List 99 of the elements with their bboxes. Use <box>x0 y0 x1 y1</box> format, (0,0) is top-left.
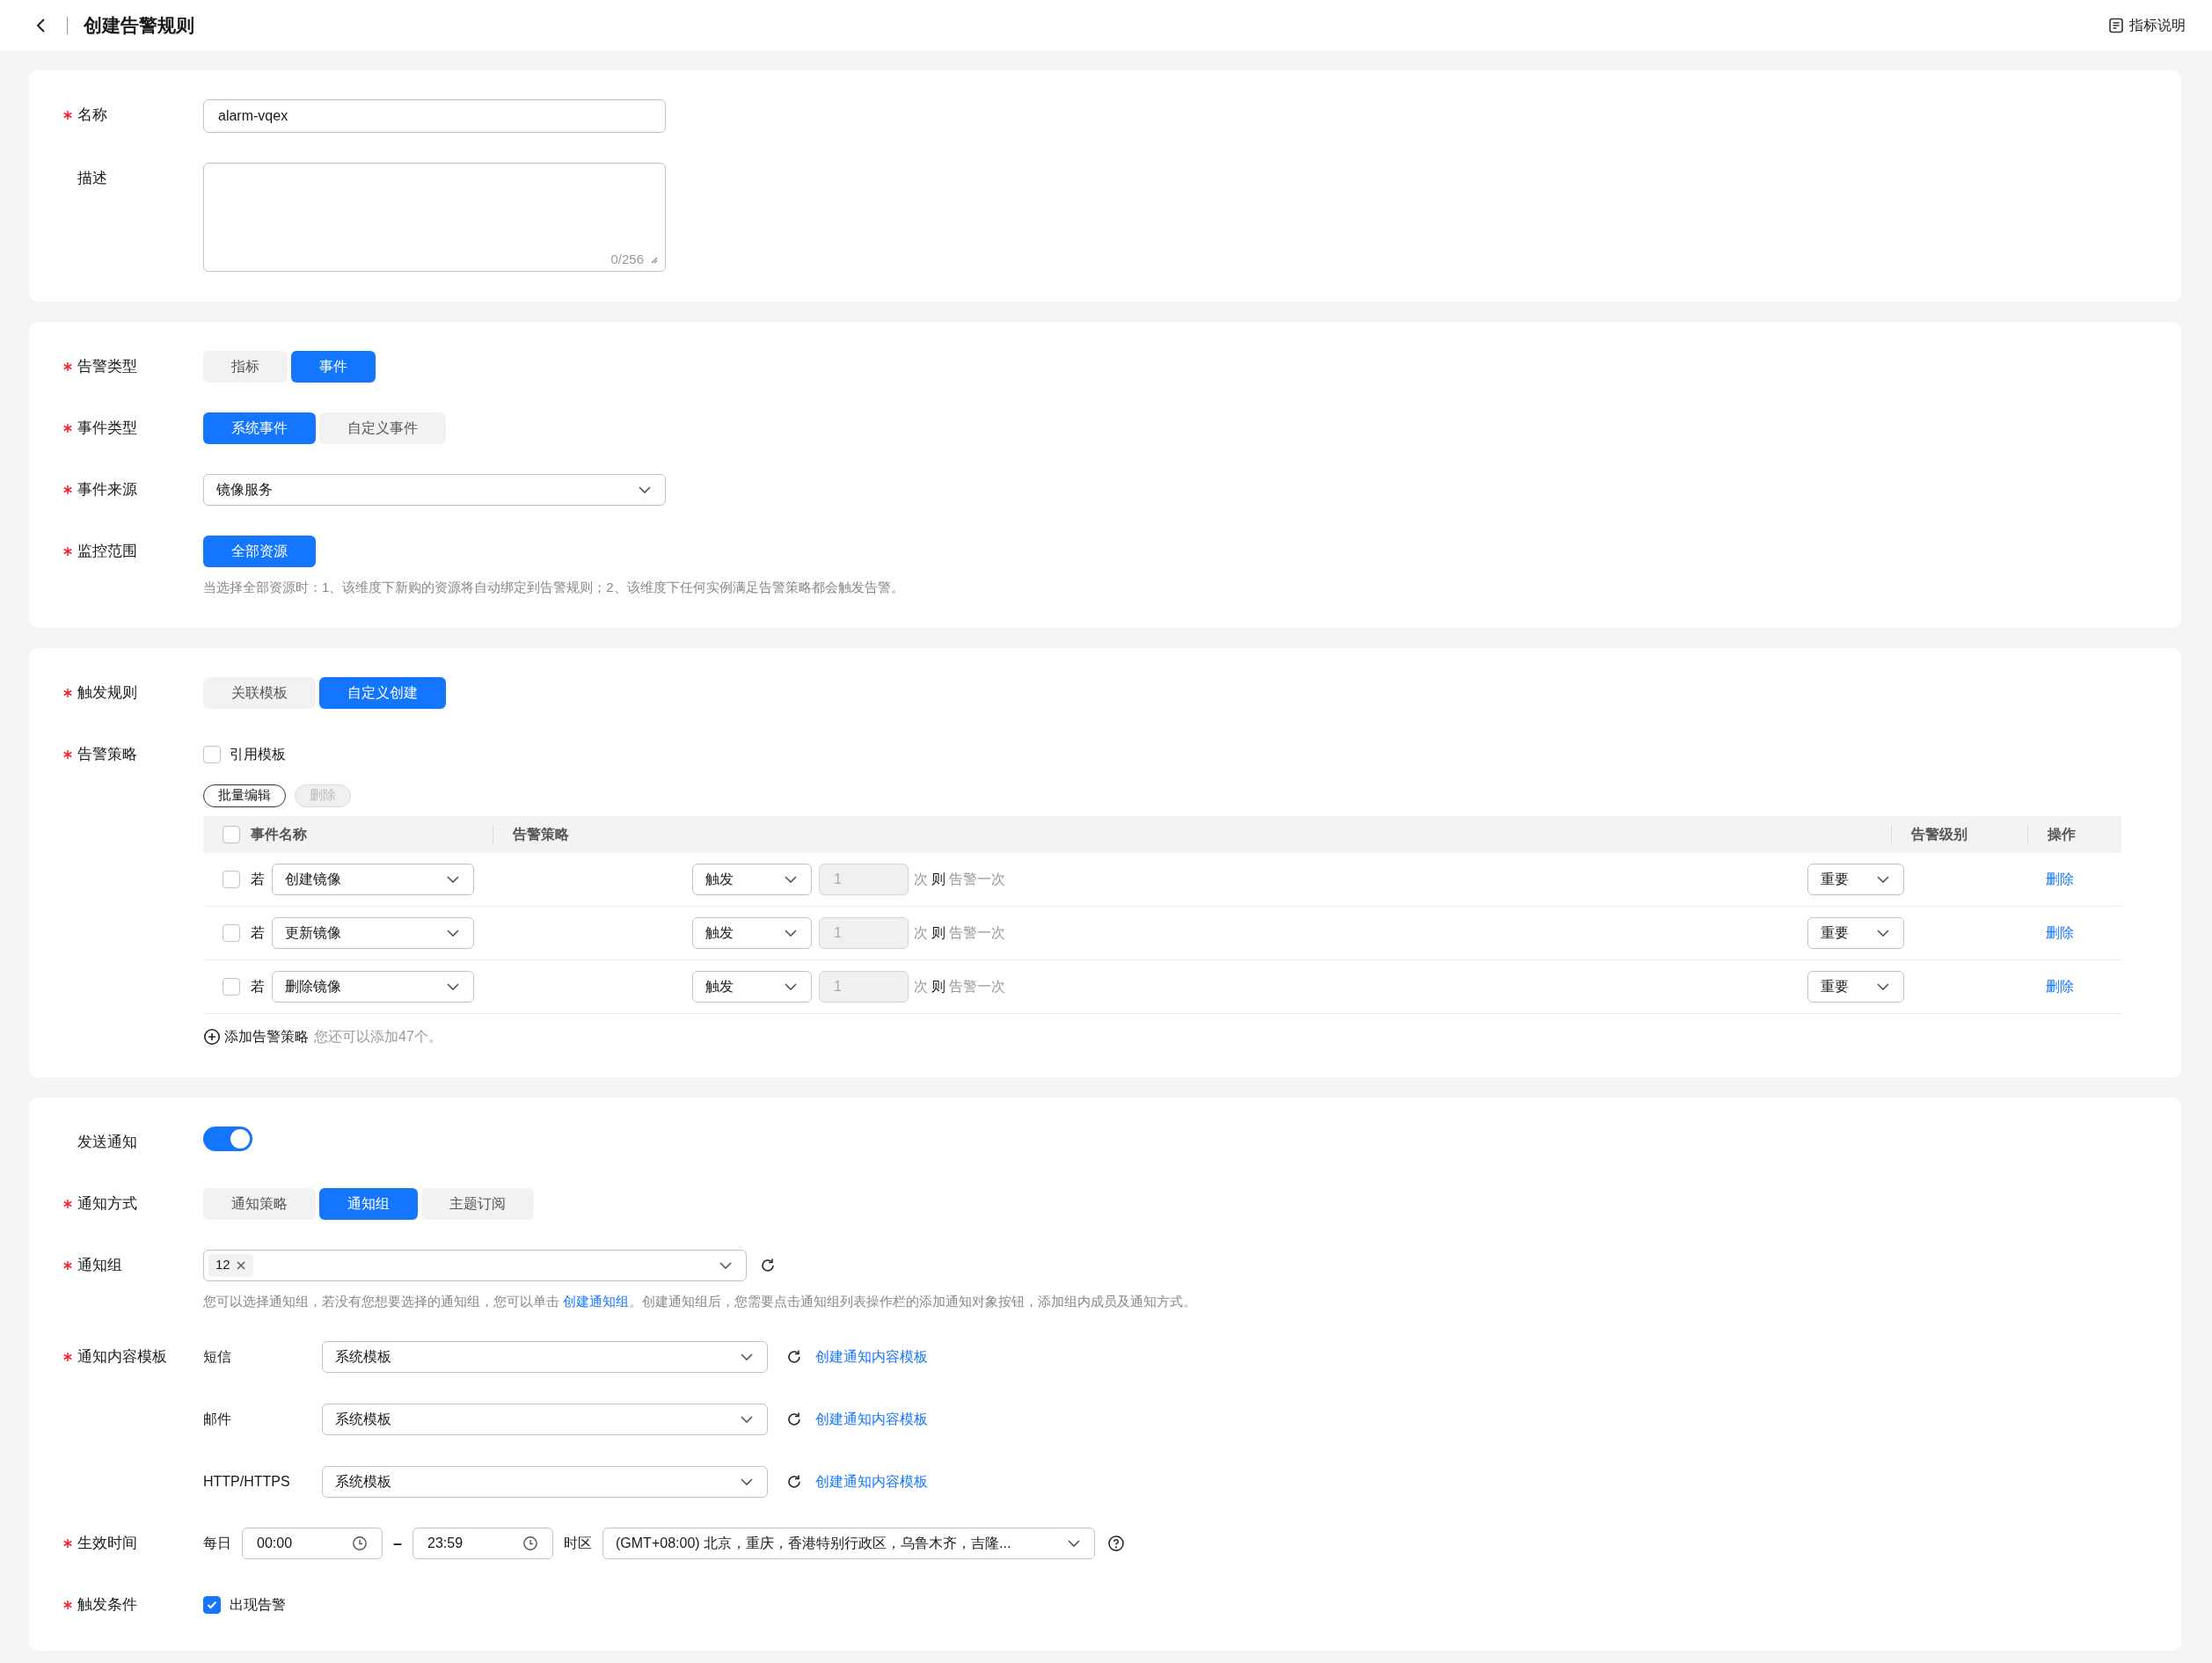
refresh-icon[interactable] <box>785 1348 803 1366</box>
checkbox[interactable] <box>203 745 221 763</box>
field-label: 监控范围 <box>77 542 137 562</box>
time-input[interactable]: 23:59 <box>412 1528 553 1559</box>
segment-option[interactable]: 通知组 <box>319 1187 418 1220</box>
hint-text: 您还可以添加47个。 <box>314 1027 442 1046</box>
segment-option[interactable]: 自定义事件 <box>319 412 446 444</box>
plus-circle-icon <box>203 1027 221 1046</box>
selected-tag: 12 <box>208 1253 253 1277</box>
hint-text: 当选择全部资源时：1、该维度下新购的资源将自动绑定到告警规则；2、该维度下任何实例满足告警策略都会触发告警。 <box>203 579 905 596</box>
clock-icon <box>522 1535 538 1551</box>
clock-icon <box>352 1535 368 1551</box>
segment-option[interactable]: 系统事件 <box>203 412 316 444</box>
field-text: 时区 <box>564 1535 592 1552</box>
row-text: 告警一次 <box>949 923 1005 942</box>
checkbox[interactable] <box>223 923 240 942</box>
condition-select[interactable]: 触发 <box>692 970 812 1003</box>
field-label: 发送通知 <box>77 1132 137 1152</box>
toolbar-button[interactable]: 批量编辑 <box>203 784 286 807</box>
column-header: 操作 <box>2046 825 2077 843</box>
level-select[interactable]: 重要 <box>1807 970 1904 1003</box>
event-select[interactable]: 更新镜像 <box>272 916 474 949</box>
field-label: 通知内容模板 <box>77 1347 167 1368</box>
create-template-link[interactable]: 创建通知内容模板 <box>815 1346 928 1368</box>
row-text: 则 <box>931 923 945 942</box>
document-icon <box>2108 18 2124 33</box>
segment-option[interactable]: 通知策略 <box>203 1187 316 1220</box>
segment-option[interactable]: 主题订阅 <box>421 1187 534 1220</box>
segment-option[interactable]: 自定义创建 <box>319 676 446 709</box>
character-counter: 0/256 <box>610 250 644 268</box>
template-select[interactable]: 系统模板 <box>322 1404 768 1435</box>
timezone-select[interactable]: (GMT+08:00) 北京，重庆，香港特别行政区，乌鲁木齐，吉隆... <box>602 1528 1095 1559</box>
segment-option[interactable]: 全部资源 <box>203 536 316 567</box>
checkbox[interactable] <box>223 977 240 996</box>
field-label: 描述 <box>77 169 107 189</box>
field-label: 事件来源 <box>77 480 137 500</box>
channel-label: 短信 <box>203 1348 232 1366</box>
row-text: 则 <box>931 977 945 996</box>
row-text: 告警一次 <box>949 870 1005 888</box>
field-label: 告警类型 <box>77 357 137 377</box>
create-group-link[interactable]: 创建通知组 <box>563 1293 630 1309</box>
delete-link[interactable]: 删除 <box>2046 978 2074 994</box>
segment-option[interactable]: 关联模板 <box>203 676 316 709</box>
row-text: 若 <box>251 870 265 888</box>
create-template-link[interactable]: 创建通知内容模板 <box>815 1471 928 1492</box>
column-header: 告警级别 <box>1910 825 1968 843</box>
field-label: 名称 <box>77 106 107 126</box>
row-text: 次 <box>914 923 928 942</box>
delete-link[interactable]: 删除 <box>2046 871 2074 886</box>
row-text: 则 <box>931 870 945 888</box>
column-header: 事件名称 <box>251 825 307 843</box>
create-template-link[interactable]: 创建通知内容模板 <box>815 1409 928 1430</box>
event-select[interactable]: 删除镜像 <box>272 970 474 1003</box>
checkbox[interactable] <box>223 825 240 843</box>
row-text: 若 <box>251 923 265 942</box>
level-select[interactable]: 重要 <box>1807 916 1904 949</box>
field-label: 通知组 <box>77 1255 122 1275</box>
toggle-switch[interactable] <box>203 1126 252 1151</box>
channel-label: 邮件 <box>203 1411 232 1428</box>
row-text: 告警一次 <box>949 977 1005 996</box>
help-icon[interactable] <box>1107 1535 1125 1552</box>
add-policy-link[interactable]: 添加告警策略 <box>203 1025 309 1047</box>
delete-link[interactable]: 删除 <box>2046 924 2074 940</box>
field-label: 触发条件 <box>77 1595 137 1616</box>
template-select[interactable]: 系统模板 <box>322 1341 768 1373</box>
hint-text: 您可以选择通知组，若没有您想要选择的通知组，您可以单击 创建通知组。创建通知组后，您需要点击通知组列表操作栏的添加通知对象按钮，添加组内成员及通知方式。 <box>203 1292 1198 1310</box>
field-text: 每日 <box>203 1535 231 1552</box>
page-title: 创建告警规则 <box>84 14 194 38</box>
row-text: 若 <box>251 977 265 996</box>
event-source-select[interactable]: 镜像服务 <box>203 474 666 506</box>
time-input[interactable]: 00:00 <box>242 1528 383 1559</box>
field-label: 告警策略 <box>77 744 137 764</box>
field-label: 事件类型 <box>77 419 137 439</box>
notification-group-select[interactable]: 12 <box>203 1249 747 1281</box>
segment-option[interactable]: 指标 <box>203 351 288 383</box>
checkbox-label: 出现告警 <box>230 1596 286 1614</box>
checkbox[interactable] <box>223 870 240 888</box>
close-icon[interactable] <box>235 1259 246 1271</box>
checkbox-label: 引用模板 <box>230 745 286 763</box>
field-label: 生效时间 <box>77 1534 137 1554</box>
help-link[interactable]: 指标说明 <box>2108 15 2186 36</box>
level-select[interactable]: 重要 <box>1807 863 1904 895</box>
template-select[interactable]: 系统模板 <box>322 1466 768 1498</box>
name-input[interactable]: alarm-vqex <box>203 99 666 133</box>
checkbox[interactable] <box>203 1596 221 1614</box>
range-separator: – <box>393 1533 402 1554</box>
channel-label: HTTP/HTTPS <box>203 1473 291 1491</box>
refresh-icon[interactable] <box>785 1411 803 1428</box>
row-text: 次 <box>914 977 928 996</box>
field-label: 通知方式 <box>77 1193 137 1214</box>
row-text: 次 <box>914 870 928 888</box>
event-select[interactable]: 创建镜像 <box>272 863 474 895</box>
condition-select[interactable]: 触发 <box>692 916 812 949</box>
column-header: 告警策略 <box>512 825 570 843</box>
refresh-icon[interactable] <box>785 1473 803 1491</box>
field-label: 触发规则 <box>77 682 137 703</box>
condition-select[interactable]: 触发 <box>692 863 812 895</box>
segment-option[interactable]: 事件 <box>291 351 376 383</box>
check-icon <box>206 1599 218 1611</box>
